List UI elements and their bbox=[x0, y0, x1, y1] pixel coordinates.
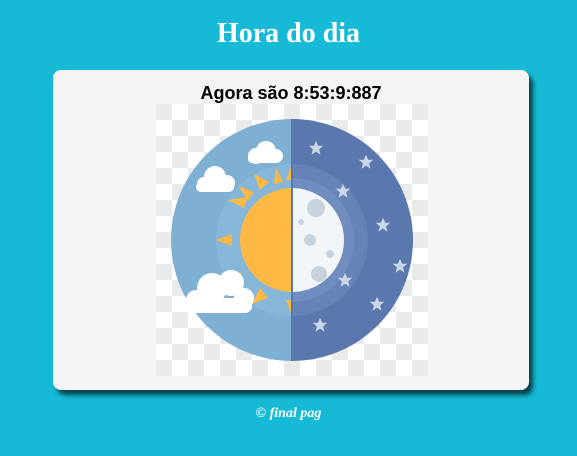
day-night-icon bbox=[156, 104, 428, 376]
day-night-divider bbox=[291, 119, 293, 361]
content-card: Agora são 8:53:9:887 bbox=[53, 70, 529, 390]
page-title: Hora do dia bbox=[216, 18, 361, 49]
current-time-text: Agora são 8:53:9:887 bbox=[200, 83, 382, 103]
footer-text: © final pag bbox=[255, 406, 322, 421]
